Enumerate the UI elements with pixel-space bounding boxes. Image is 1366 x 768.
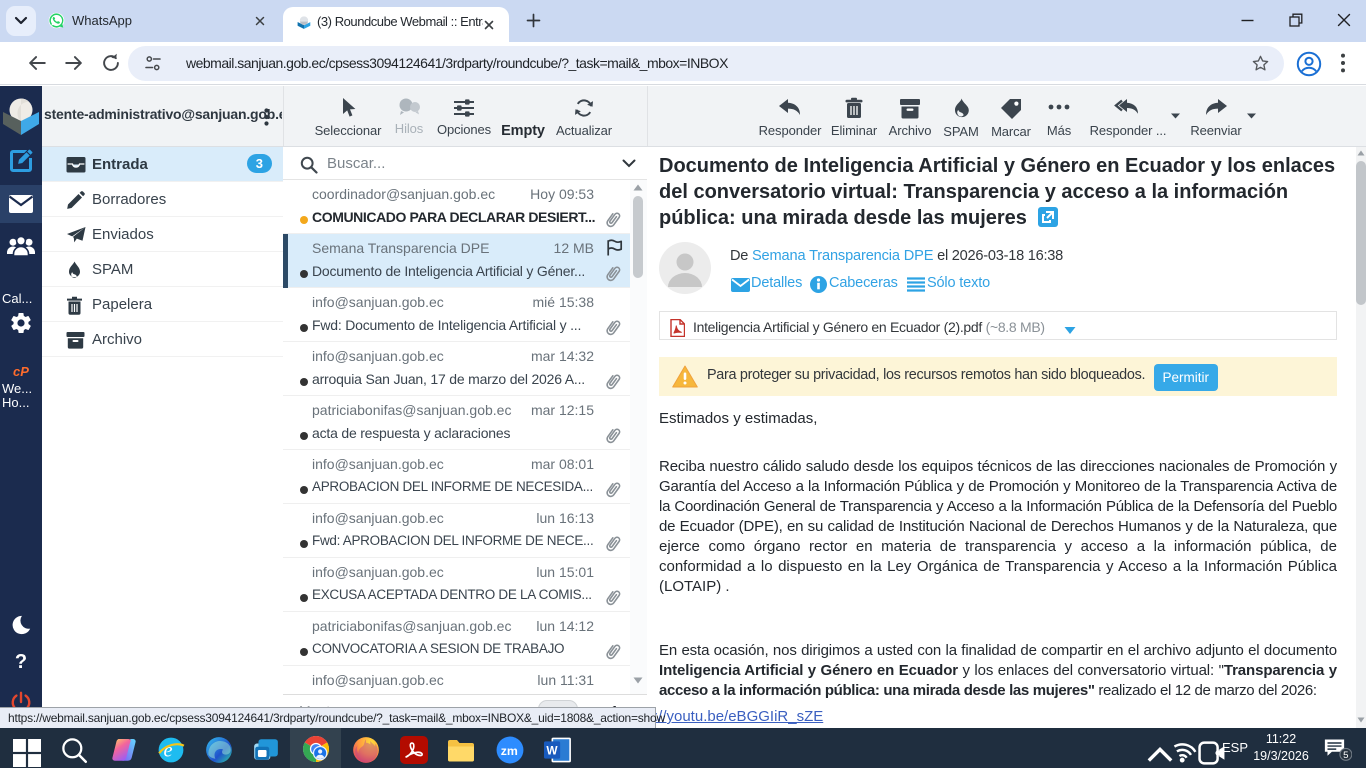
svg-text:W: W [546, 743, 558, 757]
svg-text:e: e [163, 739, 172, 761]
svg-text:5: 5 [1343, 750, 1348, 761]
svg-text:zm: zm [501, 744, 518, 758]
